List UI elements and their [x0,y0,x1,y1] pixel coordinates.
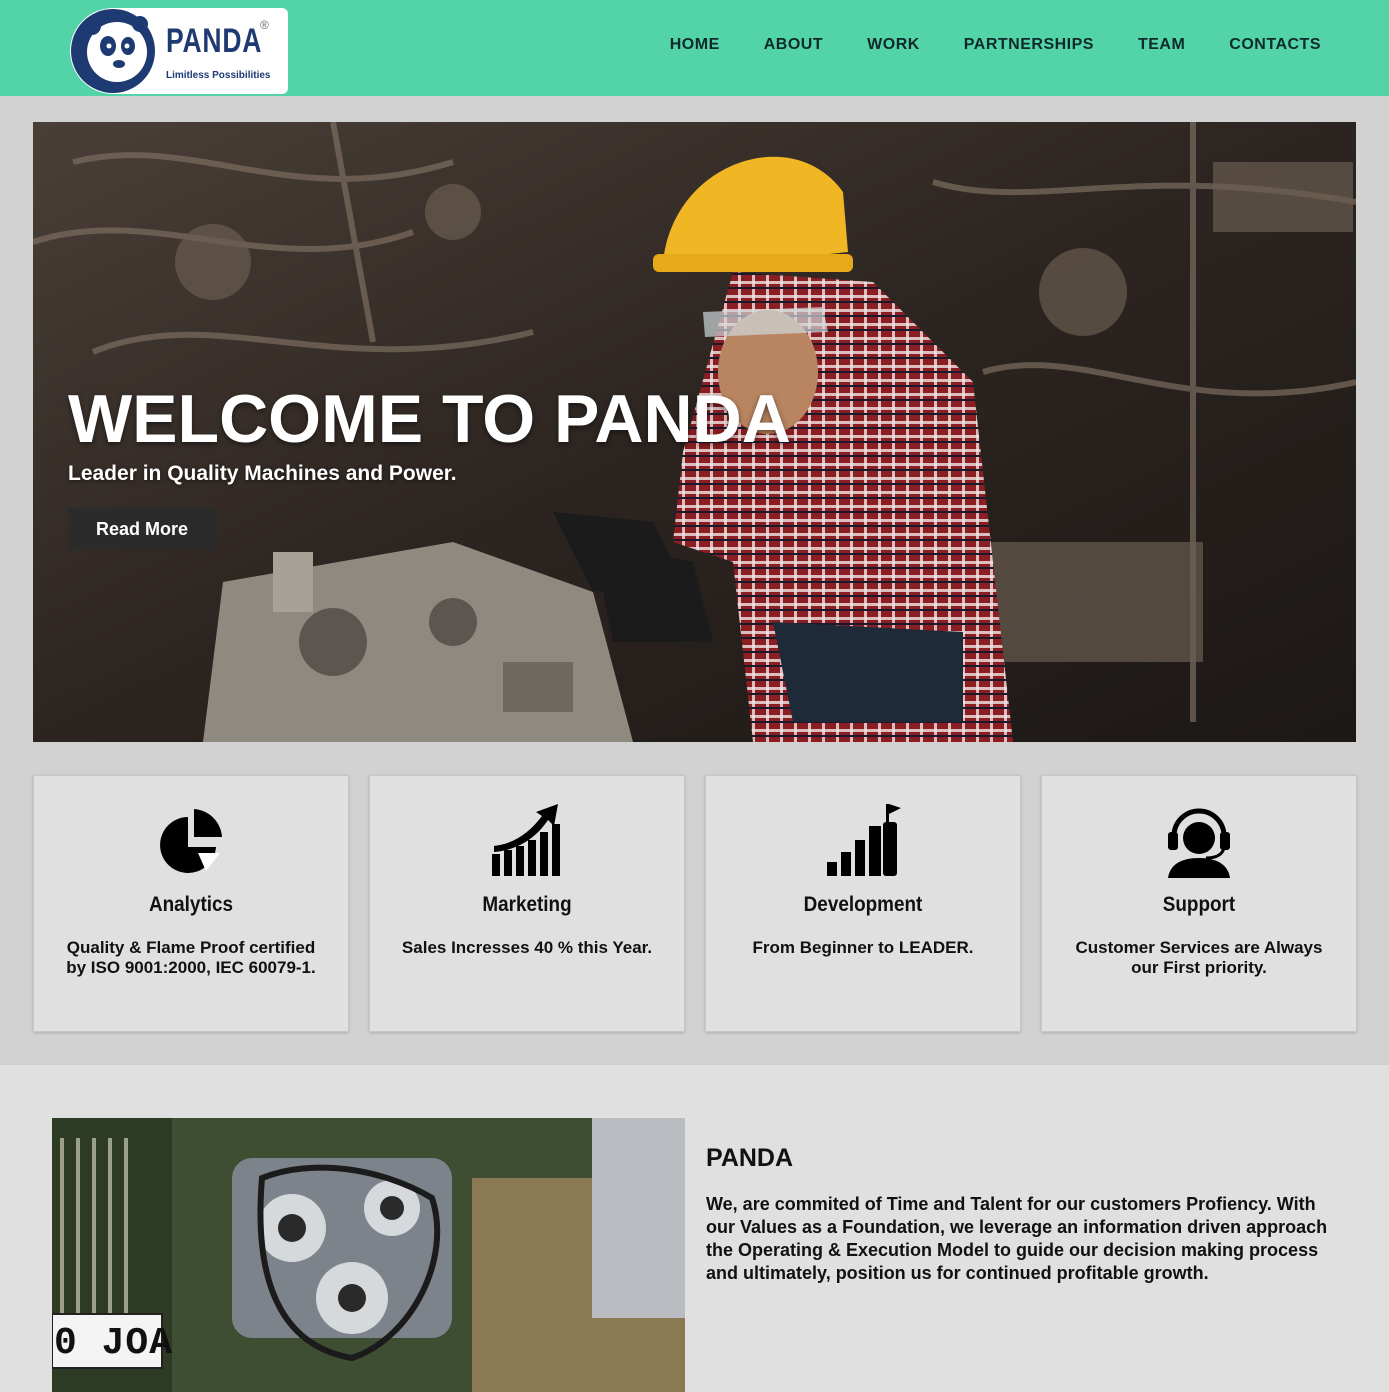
feature-card-marketing[interactable]: Marketing Sales Incresses 40 % this Year… [369,775,685,1032]
nav-home[interactable]: HOME [670,36,720,54]
hero-banner: WELCOME TO PANDA Leader in Quality Machi… [33,122,1356,742]
license-plate-text: 0 JOA [54,1322,174,1365]
main-nav: HOME ABOUT WORK PARTNERSHIPS TEAM CONTAC… [626,36,1321,54]
card-icon-wrap [706,800,1020,880]
nav-partnerships[interactable]: PARTNERSHIPS [964,36,1094,54]
panda-logo-icon [71,9,155,93]
brand-name: PANDA [166,22,263,60]
registered-mark: ® [260,18,269,32]
card-icon-wrap [370,800,684,880]
card-icon-wrap [34,800,348,880]
about-text: We, are commited of Time and Talent for … [706,1194,1328,1283]
headset-support-icon [1168,808,1230,878]
growth-chart-icon [492,804,560,876]
feature-text: Customer Services are Always our First p… [1075,938,1323,977]
feature-text: Quality & Flame Proof certified by ISO 9… [66,938,316,977]
about-title: PANDA [706,1144,794,1172]
nav-contacts[interactable]: CONTACTS [1229,36,1321,54]
nav-work[interactable]: WORK [867,36,920,54]
feature-title: Development [803,893,923,916]
hero-title: WELCOME TO PANDA [68,381,791,457]
rising-bars-flag-icon [827,804,901,876]
feature-card-development[interactable]: Development From Beginner to LEADER. [705,775,1021,1032]
hero-subtitle: Leader in Quality Machines and Power. [68,462,457,485]
brand-tagline: Limitless Possibilities [166,70,271,81]
pie-chart-icon [160,809,222,873]
site-header: PANDA ® Limitless Possibilities HOME ABO… [0,0,1389,96]
feature-title: Marketing [482,893,572,916]
nav-team[interactable]: TEAM [1138,36,1185,54]
feature-text: Sales Incresses 40 % this Year. [401,938,653,957]
engine-photo: 0 JOA [52,1118,685,1392]
feature-title: Analytics [148,893,234,916]
feature-text: From Beginner to LEADER. [752,938,974,957]
brand-logo[interactable]: PANDA ® Limitless Possibilities [70,8,288,94]
read-more-button[interactable]: Read More [68,508,216,550]
feature-card-support[interactable]: Support Customer Services are Always our… [1041,775,1357,1032]
feature-card-analytics[interactable]: Analytics Quality & Flame Proof certifie… [33,775,349,1032]
nav-about[interactable]: ABOUT [764,36,823,54]
card-icon-wrap [1042,800,1356,880]
feature-title: Support [1162,893,1236,916]
